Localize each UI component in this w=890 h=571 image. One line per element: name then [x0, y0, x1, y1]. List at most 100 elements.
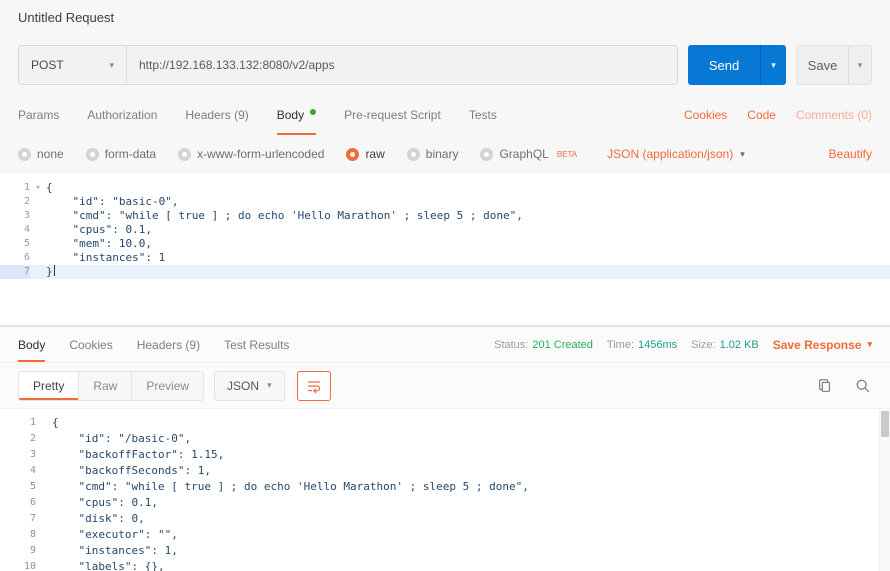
save-response-button[interactable]: Save Response ▾: [773, 338, 872, 352]
code-text: "disk": 0,: [52, 511, 145, 527]
code-line: 9 "instances": 1,: [0, 543, 890, 559]
code-line: 6 "cpus": 0.1,: [0, 495, 890, 511]
code-line: 7 }: [0, 265, 890, 279]
code-text: "executor": "",: [52, 527, 178, 543]
code-line: 1 {: [0, 415, 890, 431]
response-language-value: JSON: [227, 379, 259, 393]
line-number: 1: [0, 415, 36, 431]
response-tab-body[interactable]: Body: [18, 327, 45, 362]
radio-binary[interactable]: binary: [407, 147, 459, 161]
code-text: "instances": 1,: [52, 543, 178, 559]
code-line: 10 "labels": {},: [0, 559, 890, 571]
code-line: 4 "backoffSeconds": 1,: [0, 463, 890, 479]
tab-body[interactable]: Body: [277, 95, 316, 135]
line-number: 6: [0, 495, 36, 511]
radio-icon: [407, 148, 420, 161]
request-body-editor[interactable]: 1 { 2 "id": "basic-0", 3 "cmd": "while […: [0, 173, 890, 325]
line-number: 5: [0, 237, 30, 251]
code-text: "backoffSeconds": 1,: [52, 463, 211, 479]
status-badge: 201 Created: [532, 339, 593, 351]
content-type-value: JSON (application/json): [607, 147, 733, 161]
radio-form-data[interactable]: form-data: [86, 147, 156, 161]
send-button-group: Send ▾: [688, 45, 786, 85]
code-text: "instances": 1: [46, 251, 165, 265]
tabs-right-links: Cookies Code Comments (0): [684, 95, 872, 135]
response-tab-headers[interactable]: Headers (9): [137, 327, 200, 362]
response-body-editor[interactable]: 1 { 2 "id": "/basic-0", 3 "backoffFactor…: [0, 409, 890, 571]
radio-icon: [86, 148, 99, 161]
code-line: 3 "backoffFactor": 1.15,: [0, 447, 890, 463]
status-pair: Status: 201 Created: [494, 339, 593, 351]
size-pair: Size: 1.02 KB: [691, 339, 759, 351]
send-options-button[interactable]: ▾: [760, 45, 786, 85]
send-button[interactable]: Send: [688, 45, 760, 85]
code-line: 3 "cmd": "while [ true ] ; do echo 'Hell…: [0, 209, 890, 223]
tab-params[interactable]: Params: [18, 95, 59, 135]
content-type-select[interactable]: JSON (application/json) ▾: [607, 147, 745, 161]
line-number: 2: [0, 195, 30, 209]
chevron-down-icon: ▾: [109, 60, 114, 71]
tab-headers[interactable]: Headers (9): [185, 95, 248, 135]
code-line: 5 "mem": 10.0,: [0, 237, 890, 251]
line-number: 7: [0, 265, 30, 279]
url-group: POST ▾: [18, 45, 678, 85]
search-button[interactable]: [854, 377, 872, 395]
radio-raw[interactable]: raw: [346, 147, 384, 161]
save-options-button[interactable]: ▾: [848, 45, 872, 85]
code-line: 6 "instances": 1: [0, 251, 890, 265]
pretty-button[interactable]: Pretty: [19, 372, 79, 400]
code-line: 2 "id": "/basic-0",: [0, 431, 890, 447]
radio-icon: [480, 148, 493, 161]
body-type-bar: none form-data x-www-form-urlencoded raw…: [0, 135, 890, 173]
code-line: 7 "disk": 0,: [0, 511, 890, 527]
cookies-link[interactable]: Cookies: [684, 108, 727, 122]
view-mode-segment: Pretty Raw Preview: [18, 371, 204, 401]
code-text: "backoffFactor": 1.15,: [52, 447, 224, 463]
size-value: 1.02 KB: [720, 339, 759, 351]
request-title: Untitled Request: [18, 10, 114, 25]
radio-x-www-form-urlencoded[interactable]: x-www-form-urlencoded: [178, 147, 324, 161]
radio-graphql[interactable]: GraphQL BETA: [480, 147, 577, 161]
tab-tests[interactable]: Tests: [469, 95, 497, 135]
line-number: 9: [0, 543, 36, 559]
request-url-row: POST ▾ Send ▾ Save ▾: [0, 35, 890, 95]
tab-prerequest-script[interactable]: Pre-request Script: [344, 95, 441, 135]
response-toolbar: Pretty Raw Preview JSON ▾: [0, 363, 890, 409]
response-tab-test-results[interactable]: Test Results: [224, 327, 289, 362]
tab-authorization[interactable]: Authorization: [87, 95, 157, 135]
beautify-link[interactable]: Beautify: [829, 147, 872, 161]
wrap-text-button[interactable]: [297, 371, 331, 401]
method-select[interactable]: POST ▾: [19, 46, 127, 84]
url-input[interactable]: [127, 46, 677, 84]
save-button[interactable]: Save: [796, 45, 848, 85]
copy-button[interactable]: [816, 377, 834, 395]
line-number: 4: [0, 463, 36, 479]
code-line: 5 "cmd": "while [ true ] ; do echo 'Hell…: [0, 479, 890, 495]
raw-button[interactable]: Raw: [79, 372, 132, 400]
request-title-bar: Untitled Request: [0, 0, 890, 35]
response-scrollbar[interactable]: [879, 409, 890, 571]
comments-link[interactable]: Comments (0): [796, 108, 872, 122]
radio-none[interactable]: none: [18, 147, 64, 161]
code-text: "id": "/basic-0",: [52, 431, 191, 447]
beta-badge: BETA: [557, 150, 577, 159]
code-line: 8 "executor": "",: [0, 527, 890, 543]
radio-icon: [18, 148, 31, 161]
code-text: "labels": {},: [52, 559, 165, 571]
code-text: "id": "basic-0",: [46, 195, 178, 209]
preview-button[interactable]: Preview: [132, 372, 203, 400]
fold-icon[interactable]: [30, 181, 46, 195]
code-line: 2 "id": "basic-0",: [0, 195, 890, 209]
code-link[interactable]: Code: [747, 108, 776, 122]
code-text: "cmd": "while [ true ] ; do echo 'Hello …: [46, 209, 523, 223]
radio-icon: [178, 148, 191, 161]
code-line: 4 "cpus": 0.1,: [0, 223, 890, 237]
line-number: 3: [0, 209, 30, 223]
method-value: POST: [31, 58, 64, 72]
code-text: }: [46, 265, 55, 279]
scrollbar-thumb[interactable]: [881, 411, 889, 437]
line-number: 10: [0, 559, 36, 571]
response-tab-cookies[interactable]: Cookies: [69, 327, 112, 362]
response-language-select[interactable]: JSON ▾: [214, 371, 285, 401]
copy-icon: [817, 378, 833, 394]
